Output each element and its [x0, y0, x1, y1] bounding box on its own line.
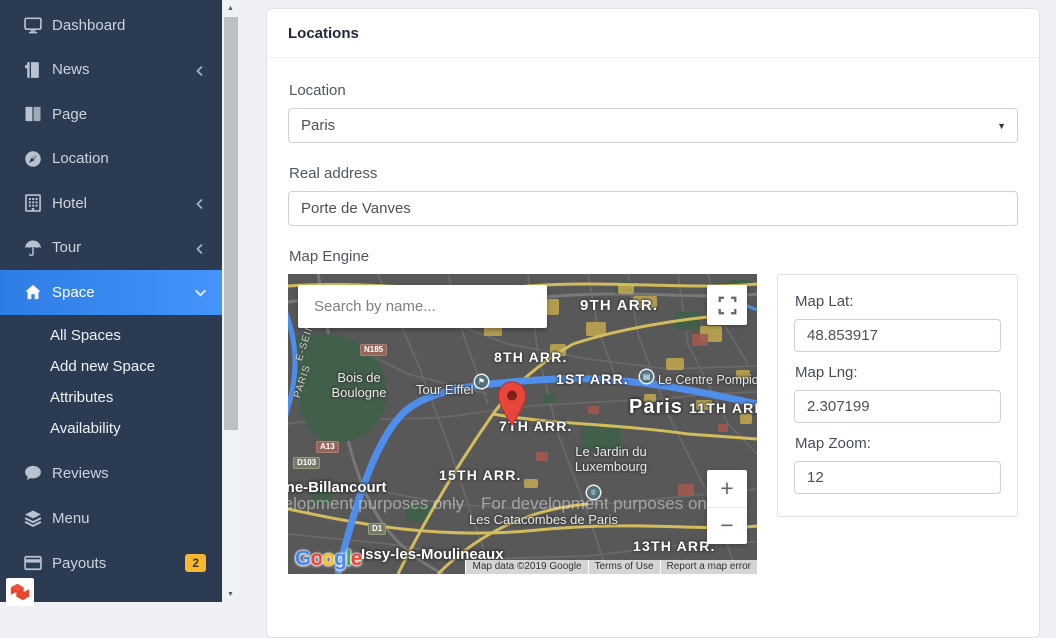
- chevron-down-icon: [194, 286, 206, 298]
- laravel-logo-icon: [9, 581, 31, 603]
- zoom-out-button[interactable]: −: [707, 507, 747, 545]
- locations-card: Locations Location Paris ▼ Real address …: [266, 8, 1040, 638]
- road-badge-d1: D1: [368, 523, 386, 535]
- sidebar-item-hotel[interactable]: Hotel: [0, 181, 222, 226]
- map-lat-input[interactable]: [794, 319, 1001, 352]
- map-label-tour-eiffel: Tour Eiffel: [416, 382, 474, 397]
- sidebar-item-label: Dashboard: [52, 17, 206, 34]
- real-address-input[interactable]: [288, 191, 1018, 226]
- sidebar-item-location[interactable]: Location: [0, 137, 222, 182]
- sidebar-item-label: News: [52, 61, 194, 78]
- location-label: Location: [289, 82, 1018, 99]
- map-coords-panel: Map Lat: Map Lng: Map Zoom:: [777, 274, 1018, 517]
- monitor-icon: [23, 15, 43, 35]
- sidebar-item-all-spaces[interactable]: All Spaces: [0, 320, 222, 351]
- sidebar-item-attributes[interactable]: Attributes: [0, 382, 222, 413]
- poi-tour-eiffel-icon[interactable]: ⚑: [475, 375, 488, 388]
- select-arrow-icon: ▼: [997, 121, 1006, 131]
- map-label-13th-arr: 13TH ARR.: [633, 538, 716, 554]
- book-icon: [23, 104, 43, 124]
- chat-icon: [23, 463, 43, 483]
- home-icon: [23, 282, 43, 302]
- vertical-scrollbar: ▲ ▼: [222, 0, 239, 602]
- map-data-text: Map data ©2019 Google: [465, 560, 587, 574]
- map-label-11th-arr: 11TH ARR.: [689, 400, 757, 416]
- map-label-jardin-luxembourg: Le Jardin duLuxembourg: [566, 444, 656, 474]
- map-label-paris: Paris: [629, 396, 683, 419]
- sidebar-item-menu[interactable]: Menu: [0, 496, 222, 541]
- scroll-down-button[interactable]: ▼: [222, 586, 239, 602]
- terms-of-use-link[interactable]: Terms of Use: [588, 560, 660, 574]
- google-logo[interactable]: Google: [295, 547, 361, 571]
- map-zoom-label: Map Zoom:: [795, 435, 1001, 452]
- map-lng-label: Map Lng:: [795, 364, 1001, 381]
- hotel-icon: [23, 193, 43, 213]
- compass-icon: [23, 149, 43, 169]
- sidebar: Dashboard News Page Location: [0, 0, 222, 602]
- fullscreen-icon: [718, 296, 737, 315]
- sidebar-item-label: Hotel: [52, 195, 194, 212]
- map-label-catacombes: Les Catacombes de Paris: [469, 512, 618, 527]
- real-address-label: Real address: [289, 165, 1018, 182]
- map-label-8th-arr: 8TH ARR.: [494, 349, 568, 365]
- road-badge-d103: D103: [293, 457, 320, 469]
- location-select[interactable]: Paris ▼: [288, 108, 1018, 143]
- sidebar-item-space[interactable]: Space: [0, 270, 222, 315]
- sidebar-item-label: Menu: [52, 510, 206, 527]
- sidebar-item-add-new-space[interactable]: Add new Space: [0, 351, 222, 382]
- sidebar-item-label: Space: [52, 284, 194, 301]
- credit-card-icon: [23, 553, 43, 573]
- space-submenu: All Spaces Add new Space Attributes Avai…: [0, 315, 222, 451]
- report-map-error-link[interactable]: Report a map error: [660, 560, 757, 574]
- map-zoom-input[interactable]: [794, 461, 1001, 494]
- poi-luxembourg-icon[interactable]: ♕: [587, 486, 600, 499]
- map-search-input[interactable]: [298, 285, 547, 328]
- map-label-9th-arr: 9TH ARR.: [580, 297, 658, 314]
- main-content: Locations Location Paris ▼ Real address …: [239, 0, 1056, 602]
- location-select-value: Paris: [301, 117, 335, 134]
- map-label-15th-arr: 15TH ARR.: [439, 467, 522, 483]
- map-zoom-control: + −: [707, 470, 747, 544]
- sidebar-item-dashboard[interactable]: Dashboard: [0, 3, 222, 48]
- map-watermark-left: For development purposes only: [288, 494, 464, 514]
- chevron-left-icon: [194, 64, 206, 76]
- map-label-centre-pompidou: Le Centre Pompidou: [658, 373, 757, 387]
- sidebar-item-label: Reviews: [52, 465, 206, 482]
- zoom-in-button[interactable]: +: [707, 470, 747, 507]
- map-lng-input[interactable]: [794, 390, 1001, 423]
- sidebar-item-label: Tour: [52, 239, 194, 256]
- chevron-left-icon: [194, 197, 206, 209]
- fullscreen-button[interactable]: [707, 285, 747, 325]
- scroll-up-button[interactable]: ▲: [222, 0, 239, 16]
- sidebar-item-label: Page: [52, 106, 206, 123]
- sidebar-item-reviews[interactable]: Reviews: [0, 451, 222, 496]
- sidebar-item-label: Payouts: [52, 555, 175, 572]
- road-badge-n185: N185: [360, 344, 387, 356]
- map-label-1st-arr: 1ST ARR.: [556, 371, 629, 387]
- poi-centre-pompidou-icon[interactable]: ▤: [640, 370, 653, 383]
- road-badge-a13: A13: [316, 441, 339, 453]
- map-lat-label: Map Lat:: [795, 293, 1001, 310]
- google-map[interactable]: 9TH ARR. 8TH ARR. 1ST ARR. 7TH ARR. 11TH…: [288, 274, 757, 574]
- sidebar-item-page[interactable]: Page: [0, 92, 222, 137]
- map-engine-label: Map Engine: [289, 248, 1018, 265]
- layers-icon: [23, 508, 43, 528]
- page-title: Locations: [267, 9, 1039, 58]
- map-label-bois-de-boulogne: Bois deBoulogne: [328, 370, 390, 400]
- map-marker-pin[interactable]: [497, 381, 527, 427]
- sidebar-item-availability[interactable]: Availability: [0, 413, 222, 444]
- news-icon: [23, 60, 43, 80]
- sidebar-item-news[interactable]: News: [0, 48, 222, 93]
- map-attribution: Map data ©2019 Google Terms of Use Repor…: [465, 560, 757, 574]
- sidebar-item-label: Location: [52, 150, 206, 167]
- chevron-left-icon: [194, 242, 206, 254]
- scrollbar-thumb[interactable]: [224, 17, 238, 430]
- map-watermark-center: For development purposes only: [481, 494, 719, 514]
- umbrella-icon: [23, 238, 43, 258]
- sidebar-item-tour[interactable]: Tour: [0, 226, 222, 271]
- payouts-count-badge: 2: [185, 554, 206, 572]
